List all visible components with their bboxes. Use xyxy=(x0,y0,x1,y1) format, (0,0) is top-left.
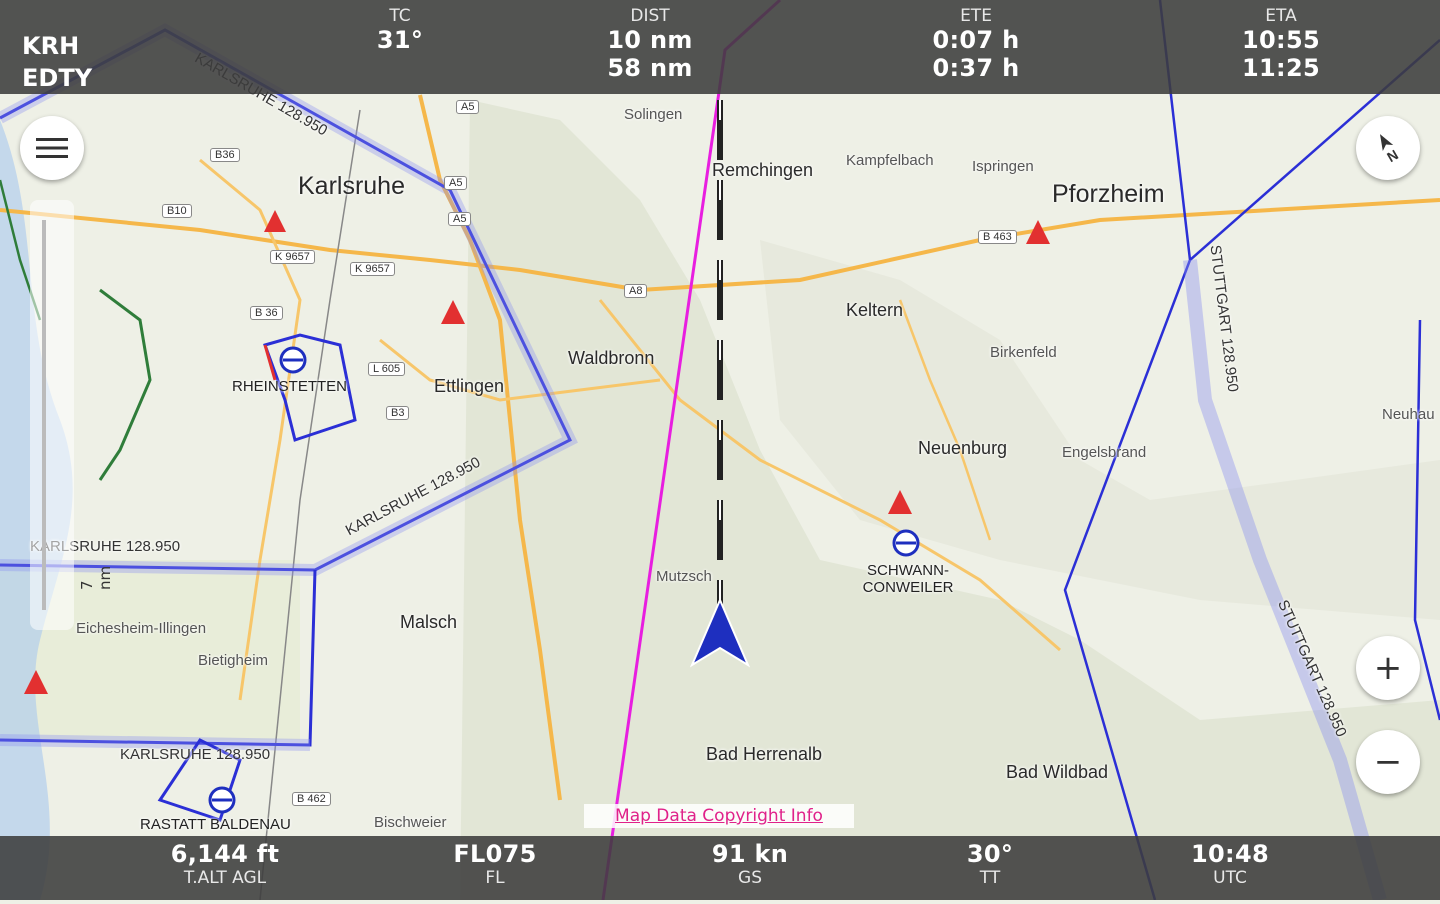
tt-value: 30° xyxy=(966,840,1014,868)
village-label: Engelsbrand xyxy=(1062,444,1147,461)
ete-total: 0:37 h xyxy=(932,54,1020,82)
route-to[interactable]: EDTY xyxy=(22,64,92,92)
village-label: Ispringen xyxy=(972,158,1034,175)
ete-cell[interactable]: ETE 0:07 h 0:37 h xyxy=(906,6,1046,82)
road-shield: A5 xyxy=(448,212,472,226)
road-shield: B3 xyxy=(386,406,410,420)
map-canvas xyxy=(0,0,1440,902)
airfield-label: RASTATT BALDENAU xyxy=(140,816,291,833)
road-shield: B10 xyxy=(162,204,192,218)
dist-label: DIST xyxy=(630,6,670,26)
village-label: Solingen xyxy=(624,106,683,123)
dist-total: 58 nm xyxy=(607,54,693,82)
fl-label: FL xyxy=(485,868,505,888)
town-label: Waldbronn xyxy=(568,348,655,368)
road-shield: A8 xyxy=(624,284,648,298)
road-shield: B 463 xyxy=(978,230,1017,244)
top-info-bar: KRH EDTY TC 31° DIST 10 nm 58 nm ETE 0:0… xyxy=(0,0,1440,94)
gs-value: 91 kn xyxy=(711,840,789,868)
alt-cell[interactable]: 6,144 ft T.ALT AGL xyxy=(150,840,300,888)
village-label: Bietigheim xyxy=(198,652,269,669)
north-compass-icon: N xyxy=(1380,134,1401,165)
road-shield: L 605 xyxy=(368,362,406,376)
route-from[interactable]: KRH xyxy=(22,32,79,60)
alt-value: 6,144 ft xyxy=(170,840,280,868)
road-shield: K 9657 xyxy=(270,250,315,264)
bottom-info-bar: 6,144 ft T.ALT AGL FL075 FL 91 kn GS 30°… xyxy=(0,836,1440,900)
town-label: Bad Herrenalb xyxy=(706,744,823,764)
town-label: Malsch xyxy=(400,612,458,632)
town-label: Bad Wildbad xyxy=(1006,762,1109,782)
copyright-link[interactable]: Map Data Copyright Info xyxy=(584,804,854,828)
tt-label: TT xyxy=(979,868,1001,888)
eta-label: ETA xyxy=(1265,6,1297,26)
eta-total: 11:25 xyxy=(1242,54,1320,82)
eta-cell[interactable]: ETA 10:55 11:25 xyxy=(1220,6,1342,82)
tc-value: 31° xyxy=(376,26,424,54)
road-shield: B 462 xyxy=(292,792,331,806)
village-label: Kampfelbach xyxy=(846,152,934,169)
map-view[interactable]: Karlsruhe Pforzheim Waldbronn Ettlingen … xyxy=(0,0,1440,902)
menu-button[interactable] xyxy=(20,116,84,180)
road-shield: K 9657 xyxy=(350,262,395,276)
tc-label: TC xyxy=(389,6,411,26)
gs-label: GS xyxy=(738,868,762,888)
gs-cell[interactable]: 91 kn GS xyxy=(690,840,810,888)
road-shield: A5 xyxy=(456,100,480,114)
town-label: Keltern xyxy=(846,300,904,320)
utc-cell[interactable]: 10:48 UTC xyxy=(1170,840,1290,888)
dist-next: 10 nm xyxy=(607,26,693,54)
airspace-label: KARLSRUHE 128.950 xyxy=(120,746,271,763)
scale-track xyxy=(42,220,46,610)
town-label: Ettlingen xyxy=(434,376,505,396)
svg-text:N: N xyxy=(1384,146,1401,165)
utc-value: 10:48 xyxy=(1191,840,1269,868)
alt-label: T.ALT AGL xyxy=(183,868,267,888)
town-label: Eichesheim-Illingen xyxy=(76,620,207,637)
city-label: Pforzheim xyxy=(1052,180,1165,208)
tc-cell[interactable]: TC 31° xyxy=(350,6,450,54)
village-label: Neuhau xyxy=(1382,406,1435,423)
town-label: Remchingen xyxy=(712,160,814,180)
village-label: Bischweier xyxy=(374,814,447,831)
fl-value: FL075 xyxy=(453,840,537,868)
eta-next: 10:55 xyxy=(1242,26,1320,54)
zoom-out-button[interactable]: − xyxy=(1356,730,1420,794)
scale-slider[interactable]: 7 nm xyxy=(30,200,114,630)
airfield-label: RHEINSTETTEN xyxy=(232,378,348,395)
minus-icon: − xyxy=(1373,742,1403,782)
road-shield: B36 xyxy=(210,148,240,162)
ete-next: 0:07 h xyxy=(932,26,1020,54)
zoom-in-button[interactable]: + xyxy=(1356,636,1420,700)
village-label: Mutzsch xyxy=(656,568,712,585)
road-shield: A5 xyxy=(444,176,468,190)
village-label: Birkenfeld xyxy=(990,344,1057,361)
ete-label: ETE xyxy=(960,6,992,26)
tt-cell[interactable]: 30° TT xyxy=(930,840,1050,888)
dist-cell[interactable]: DIST 10 nm 58 nm xyxy=(580,6,720,82)
plus-icon: + xyxy=(1373,648,1403,688)
city-label: Karlsruhe xyxy=(298,172,405,200)
road-shield: B 36 xyxy=(250,306,283,320)
utc-label: UTC xyxy=(1213,868,1247,888)
airfield-label: SCHWANN-CONWEILER xyxy=(862,562,954,596)
north-up-button[interactable]: N xyxy=(1356,116,1420,180)
scale-text: 7 nm xyxy=(78,565,114,590)
town-label: Neuenburg xyxy=(918,438,1008,458)
fl-cell[interactable]: FL075 FL xyxy=(430,840,560,888)
hamburger-icon xyxy=(36,138,68,158)
